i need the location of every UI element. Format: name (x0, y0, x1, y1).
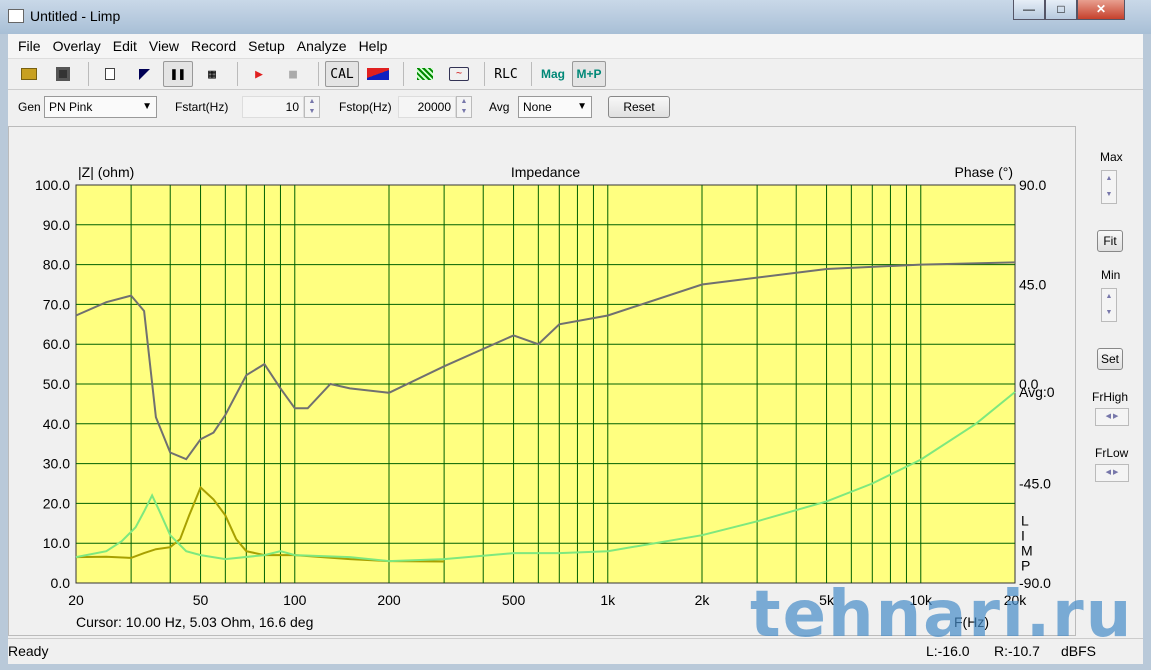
avg-label: Avg:0 (1019, 384, 1055, 400)
avg-select[interactable]: None ▼ (518, 96, 592, 118)
y-tick-label: 50.0 (43, 376, 70, 392)
limp-vertical-label: L (1021, 512, 1029, 528)
table-icon[interactable]: ▦ (197, 61, 227, 87)
y2-axis-label: Phase (°) (954, 164, 1013, 180)
menu-file[interactable]: File (12, 38, 47, 54)
x-tick-label: 500 (502, 592, 526, 608)
menu-analyze[interactable]: Analyze (291, 38, 353, 54)
stop-icon[interactable]: ■ (278, 61, 308, 87)
y-tick-label: 10.0 (43, 535, 70, 551)
y-tick-label: 40.0 (43, 416, 70, 432)
frlow-spinner[interactable]: ◀ ▶ (1095, 464, 1129, 482)
play-icon[interactable]: ▶ (244, 61, 274, 87)
y2-tick-label: 45.0 (1019, 277, 1046, 293)
x-tick-label: 200 (377, 592, 401, 608)
save-icon[interactable] (48, 61, 78, 87)
y2-tick-label: 90.0 (1019, 177, 1046, 193)
params-bar: Gen PN Pink ▼ Fstart(Hz) 10 ▲ ▼ Fstop(Hz) … (8, 90, 1143, 124)
mag-button[interactable]: Mag (538, 61, 568, 87)
color-icon[interactable] (363, 61, 393, 87)
y-tick-label: 70.0 (43, 296, 70, 312)
rlc-button[interactable]: RLC (491, 61, 521, 87)
y-tick-label: 60.0 (43, 336, 70, 352)
gen-value: PN Pink (49, 100, 93, 114)
impedance-plot[interactable]: 0.0 10.0 20.0 30.0 40.0 50.0 60.0 70.0 80.0 90.0 1… (8, 126, 1076, 636)
open-icon[interactable] (14, 61, 44, 87)
status-ready: Ready (8, 643, 49, 659)
y-tick-label: 80.0 (43, 257, 70, 273)
select-icon[interactable] (129, 61, 159, 87)
frlow-label: FrLow (1095, 446, 1129, 460)
fstart-label: Fstart(Hz) (175, 100, 229, 114)
menu-edit[interactable]: Edit (107, 38, 143, 54)
y-tick-label: 20.0 (43, 495, 70, 511)
side-panel: Max ▲ ▼ Fit Min ▲ ▼ Set FrHigh ◀ ▶ FrLow ◀… (1080, 126, 1140, 636)
frhigh-label: FrHigh (1092, 390, 1129, 404)
limp-vertical-label: M (1021, 542, 1033, 558)
fstart-spinner[interactable]: ▲ ▼ (304, 96, 320, 118)
fstart-input[interactable]: 10 (242, 96, 304, 118)
max-label: Max (1100, 150, 1123, 164)
app-window: File Overlay Edit View Record Setup Anal… (8, 34, 1143, 664)
reset-button[interactable]: Reset (608, 96, 670, 118)
wave-icon[interactable]: ~ (444, 61, 474, 87)
gen-select[interactable]: PN Pink ▼ (44, 96, 157, 118)
set-button[interactable]: Set (1097, 348, 1123, 370)
fstop-input[interactable]: 20000 (398, 96, 456, 118)
avg-label: Avg (489, 100, 510, 114)
menu-bar: File Overlay Edit View Record Setup Anal… (8, 34, 1143, 58)
menu-view[interactable]: View (143, 38, 185, 54)
gen-label: Gen (18, 100, 41, 114)
menu-setup[interactable]: Setup (242, 38, 291, 54)
fit-button[interactable]: Fit (1097, 230, 1123, 252)
menu-record[interactable]: Record (185, 38, 242, 54)
x-tick-label: 20 (68, 592, 84, 608)
separator (88, 62, 89, 86)
separator (531, 62, 532, 86)
min-spinner[interactable]: ▲ ▼ (1101, 288, 1117, 322)
separator (318, 62, 319, 86)
x-tick-label: 50 (193, 592, 209, 608)
separator (484, 62, 485, 86)
mp-button[interactable]: M+P (572, 61, 606, 87)
frhigh-spinner[interactable]: ◀ ▶ (1095, 408, 1129, 426)
minimize-button[interactable]: — (1013, 0, 1045, 20)
watermark-logo: tehnari.ru (750, 578, 1134, 652)
min-label: Min (1101, 268, 1121, 282)
hatch-icon[interactable] (410, 61, 440, 87)
pause-icon[interactable]: ❚❚ (163, 61, 193, 87)
menu-overlay[interactable]: Overlay (47, 38, 107, 54)
fstop-spinner[interactable]: ▲ ▼ (456, 96, 472, 118)
menu-help[interactable]: Help (353, 38, 394, 54)
y-tick-label: 90.0 (43, 217, 70, 233)
y-tick-label: 30.0 (43, 456, 70, 472)
window-title: Untitled - Limp (30, 8, 121, 24)
x-tick-label: 1k (600, 592, 616, 608)
avg-value: None (523, 100, 552, 114)
maximize-button[interactable]: □ (1045, 0, 1077, 20)
max-spinner[interactable]: ▲ ▼ (1101, 170, 1117, 204)
app-icon (8, 9, 24, 23)
cal-button[interactable]: CAL (325, 61, 359, 87)
y-axis-label: |Z| (ohm) (78, 164, 134, 180)
new-icon[interactable] (95, 61, 125, 87)
chart-title: Impedance (511, 164, 580, 180)
limp-vertical-label: I (1021, 527, 1025, 543)
fstop-label: Fstop(Hz) (339, 100, 392, 114)
chevron-down-icon: ▼ (577, 101, 587, 112)
limp-vertical-label: P (1021, 557, 1030, 573)
x-tick-label: 100 (283, 592, 307, 608)
y2-tick-label: -45.0 (1019, 476, 1051, 492)
y-tick-label: 100.0 (35, 177, 70, 193)
chart-svg[interactable]: 0.0 10.0 20.0 30.0 40.0 50.0 60.0 70.0 80.0 90.0 1… (9, 127, 1077, 637)
separator (403, 62, 404, 86)
title-bar: Untitled - Limp — □ ✕ (0, 0, 1151, 34)
x-tick-label: 2k (695, 592, 711, 608)
y-tick-label: 0.0 (51, 575, 71, 591)
chevron-down-icon: ▼ (142, 101, 152, 112)
cursor-readout: Cursor: 10.00 Hz, 5.03 Ohm, 16.6 deg (76, 614, 313, 630)
separator (237, 62, 238, 86)
toolbar: ❚❚ ▦ ▶ ■ CAL ~ RLC Mag M+P (8, 58, 1143, 90)
close-button[interactable]: ✕ (1077, 0, 1125, 20)
